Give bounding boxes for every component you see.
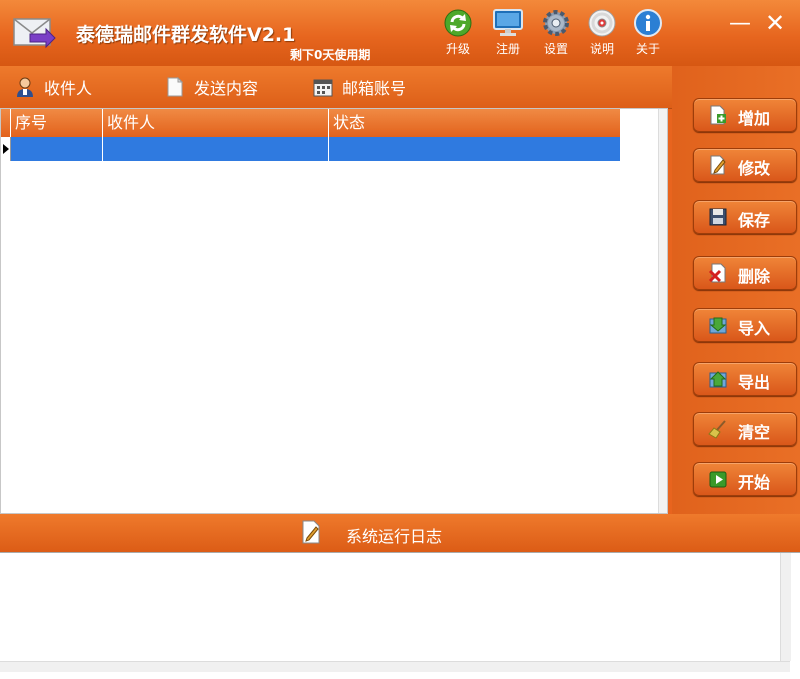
tab-recipients-label: 收件人 [44,79,93,98]
settings-button[interactable]: 设置 [534,8,578,62]
log-title: 系统运行日志 [346,527,443,546]
action-panel: 增加 修改 保存 删除 导入 导出 清空 开始 [672,66,800,518]
upgrade-label: 升级 [445,42,470,56]
log-textarea[interactable] [0,552,800,679]
start-icon [709,471,727,488]
add-button[interactable]: 增加 [693,98,797,132]
document-icon [167,76,184,97]
delete-button[interactable]: 删除 [693,256,797,290]
import-button[interactable]: 导入 [693,308,797,342]
tab-bar: 收件人 发送内容 邮箱账号 [0,66,672,109]
about-button[interactable]: 关于 [626,8,670,62]
clear-label: 清空 [738,423,771,442]
add-label: 增加 [738,109,771,128]
user-icon [17,77,33,97]
add-document-icon [710,105,726,125]
start-button[interactable]: 开始 [693,462,797,496]
cd-icon [588,9,616,37]
edit-button[interactable]: 修改 [693,148,797,182]
remaining-days: 剩下0天使用期 [290,48,371,62]
title-bar: 泰德瑞邮件群发软件V2.1 剩下0天使用期 升级 注册 设置 说明 关于 — ✕ [0,0,800,66]
export-button[interactable]: 导出 [693,362,797,396]
log-vertical-scrollbar[interactable] [780,553,791,661]
save-button[interactable]: 保存 [693,200,797,234]
info-icon [634,9,662,37]
gear-icon [543,10,569,36]
monitor-icon [493,9,523,36]
register-button[interactable]: 注册 [486,8,530,62]
edit-document-icon [710,155,726,175]
grid-vertical-scrollbar[interactable] [658,109,667,513]
floppy-icon [709,208,727,226]
table-row[interactable] [1,137,621,161]
delete-icon [708,263,726,283]
broom-icon [708,420,726,439]
row-selector-arrow-icon[interactable] [1,137,11,161]
log-header: 系统运行日志 [0,514,800,552]
import-label: 导入 [738,319,771,338]
manual-button[interactable]: 说明 [580,8,624,62]
save-label: 保存 [738,211,771,230]
settings-label: 设置 [543,42,568,56]
import-icon [709,317,727,334]
manual-label: 说明 [589,42,614,56]
tab-send-content-label: 发送内容 [194,79,259,98]
edit-label: 修改 [738,159,771,178]
tab-recipients[interactable]: 收件人 [14,74,92,100]
delete-label: 删除 [738,267,771,286]
close-button[interactable]: ✕ [762,10,788,36]
export-label: 导出 [738,373,771,392]
app-title: 泰德瑞邮件群发软件V2.1 [76,24,296,46]
cell-recipient[interactable] [103,137,329,161]
envelope-icon [13,18,56,49]
register-label: 注册 [495,42,520,56]
calendar-icon [313,79,333,97]
row-header-corner [1,109,11,137]
column-header-index[interactable]: 序号 [11,109,103,137]
edit-document-icon [302,520,320,544]
main-window: 泰德瑞邮件群发软件V2.1 剩下0天使用期 升级 注册 设置 说明 关于 — ✕… [0,0,800,679]
tab-send-content[interactable]: 发送内容 [164,74,258,100]
minimize-button[interactable]: — [728,12,752,36]
tab-mail-accounts-label: 邮箱账号 [342,79,407,98]
export-icon [709,371,727,388]
start-label: 开始 [738,473,771,492]
about-label: 关于 [635,42,660,56]
column-header-recipient[interactable]: 收件人 [103,109,329,137]
refresh-icon [444,9,472,37]
upgrade-button[interactable]: 升级 [436,8,480,62]
recipient-grid[interactable]: 序号 收件人 状态 [0,108,668,514]
clear-button[interactable]: 清空 [693,412,797,446]
column-header-status[interactable]: 状态 [329,109,621,137]
log-horizontal-scrollbar[interactable] [0,661,790,672]
cell-index[interactable] [11,137,103,161]
cell-status[interactable] [329,137,621,161]
grid-header: 序号 收件人 状态 [1,109,621,137]
tab-mail-accounts[interactable]: 邮箱账号 [312,74,406,100]
